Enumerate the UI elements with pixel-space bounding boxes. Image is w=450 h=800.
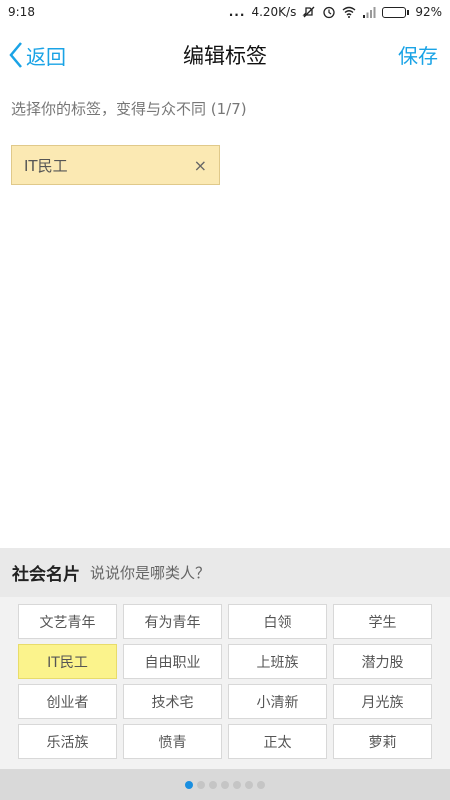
page-indicator: [0, 769, 450, 800]
tag-option[interactable]: 文艺青年: [18, 604, 117, 639]
tag-option[interactable]: 月光族: [333, 684, 432, 719]
category-header: 社会名片 说说你是哪类人？: [0, 548, 450, 597]
page-dot[interactable]: [221, 780, 229, 789]
selected-tag-label: IT民工: [24, 156, 68, 175]
status-bar: 9:18 ... 4.20K/s 92%: [0, 0, 450, 24]
page-dot[interactable]: [245, 780, 253, 789]
tag-option[interactable]: 学生: [333, 604, 432, 639]
page-dot[interactable]: [209, 780, 217, 789]
tag-option[interactable]: 萝莉: [333, 724, 432, 759]
tag-grid-area: 文艺青年 有为青年 白领 学生 IT民工 自由职业 上班族 潜力股创业者 技术宅 小清新 月光族乐活…: [0, 597, 450, 769]
network-speed: 4.20K/s: [251, 5, 297, 19]
close-icon[interactable]: ×: [194, 156, 207, 175]
tag-option[interactable]: 自由职业: [123, 644, 222, 679]
page-dot[interactable]: [233, 780, 241, 789]
tag-option[interactable]: 技术宅: [123, 684, 222, 719]
tag-option[interactable]: 创业者: [18, 684, 117, 719]
save-button[interactable]: 保存: [398, 40, 438, 69]
battery-icon: [382, 6, 410, 18]
page-title: 编辑标签: [183, 44, 267, 68]
alarm-icon: [323, 6, 335, 19]
tag-option[interactable]: 潜力股: [333, 644, 432, 679]
selected-tag-chip[interactable]: IT民工 ×: [11, 145, 220, 185]
battery-percent: 92%: [415, 5, 442, 19]
tag-option[interactable]: 有为青年: [123, 604, 222, 639]
status-indicators: ... 4.20K/s 92%: [229, 5, 442, 19]
tag-option[interactable]: 正太: [228, 724, 327, 759]
page-dot[interactable]: [257, 780, 265, 789]
page-dot[interactable]: [185, 780, 193, 789]
tag-option[interactable]: 白领: [228, 604, 327, 639]
tag-option[interactable]: 小清新: [228, 684, 327, 719]
mute-icon: [302, 6, 315, 18]
status-time: 9:18: [8, 5, 35, 19]
tag-option[interactable]: 上班族: [228, 644, 327, 679]
tag-option[interactable]: 愤青: [123, 724, 222, 759]
signal-icon: [363, 7, 376, 18]
tag-hint: 选择你的标签，变得与众不同 (1/7): [11, 100, 247, 118]
notification-dots: ...: [228, 5, 246, 19]
category-title: 社会名片: [12, 565, 80, 585]
tag-grid: 文艺青年 有为青年 白领 学生 IT民工 自由职业 上班族 潜力股创业者 技术宅 小清新 月光族乐活…: [18, 604, 432, 759]
tag-option[interactable]: 乐活族: [18, 724, 117, 759]
nav-bar: 返回 编辑标签 保存: [0, 26, 450, 84]
wifi-icon: [342, 6, 356, 18]
page-dot[interactable]: [197, 780, 205, 789]
category-subtitle: 说说你是哪类人？: [90, 564, 211, 582]
tag-option[interactable]: IT民工: [18, 644, 117, 679]
